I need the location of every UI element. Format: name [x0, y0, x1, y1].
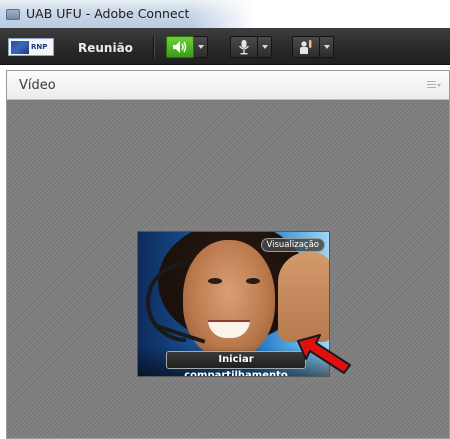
rnp-logo-mark [11, 40, 29, 54]
speaker-control [166, 36, 208, 58]
chevron-down-icon [197, 45, 204, 49]
pod-options-line [427, 81, 436, 82]
pod-options-menu-icon[interactable] [427, 80, 441, 90]
speaker-dropdown-button[interactable] [194, 36, 208, 58]
status-dropdown-button[interactable] [320, 36, 334, 58]
raise-hand-icon [300, 40, 312, 54]
microphone-control [230, 36, 272, 58]
main-toolbar: RNP Reunião [0, 28, 450, 65]
toolbar-divider [153, 36, 154, 58]
app-icon [6, 9, 20, 20]
app-window: UAB UFU - Adobe Connect RNP Reunião Víde… [0, 0, 450, 439]
video-pod: Vídeo Visualização Iniciar compartilhame… [6, 70, 450, 439]
preview-image-part [246, 278, 260, 284]
microphone-icon [238, 40, 250, 55]
raise-hand-button[interactable] [292, 36, 320, 58]
pod-options-line [427, 84, 436, 85]
microphone-dropdown-button[interactable] [258, 36, 272, 58]
preview-badge: Visualização [260, 238, 325, 252]
window-title: UAB UFU - Adobe Connect [26, 6, 190, 21]
speaker-icon [173, 41, 187, 53]
annotation-arrow-icon [297, 334, 351, 374]
title-bar: UAB UFU - Adobe Connect [0, 0, 450, 28]
pod-options-line [427, 87, 436, 88]
title-bar-background [190, 0, 450, 28]
video-pod-body: Visualização Iniciar compartilhamento [7, 101, 449, 438]
chevron-down-icon [323, 45, 330, 49]
start-sharing-button[interactable]: Iniciar compartilhamento [166, 351, 306, 376]
pod-title: Vídeo [19, 78, 56, 93]
rnp-logo: RNP [8, 38, 54, 56]
preview-image-part [208, 278, 222, 284]
chevron-down-icon [261, 45, 268, 49]
chevron-down-icon [437, 84, 441, 87]
microphone-button[interactable] [230, 36, 258, 58]
status-control [292, 36, 334, 58]
meeting-menu[interactable]: Reunião [78, 41, 133, 55]
pod-header: Vídeo [7, 71, 449, 100]
speaker-button[interactable] [166, 36, 194, 58]
rnp-logo-text: RNP [31, 43, 48, 51]
